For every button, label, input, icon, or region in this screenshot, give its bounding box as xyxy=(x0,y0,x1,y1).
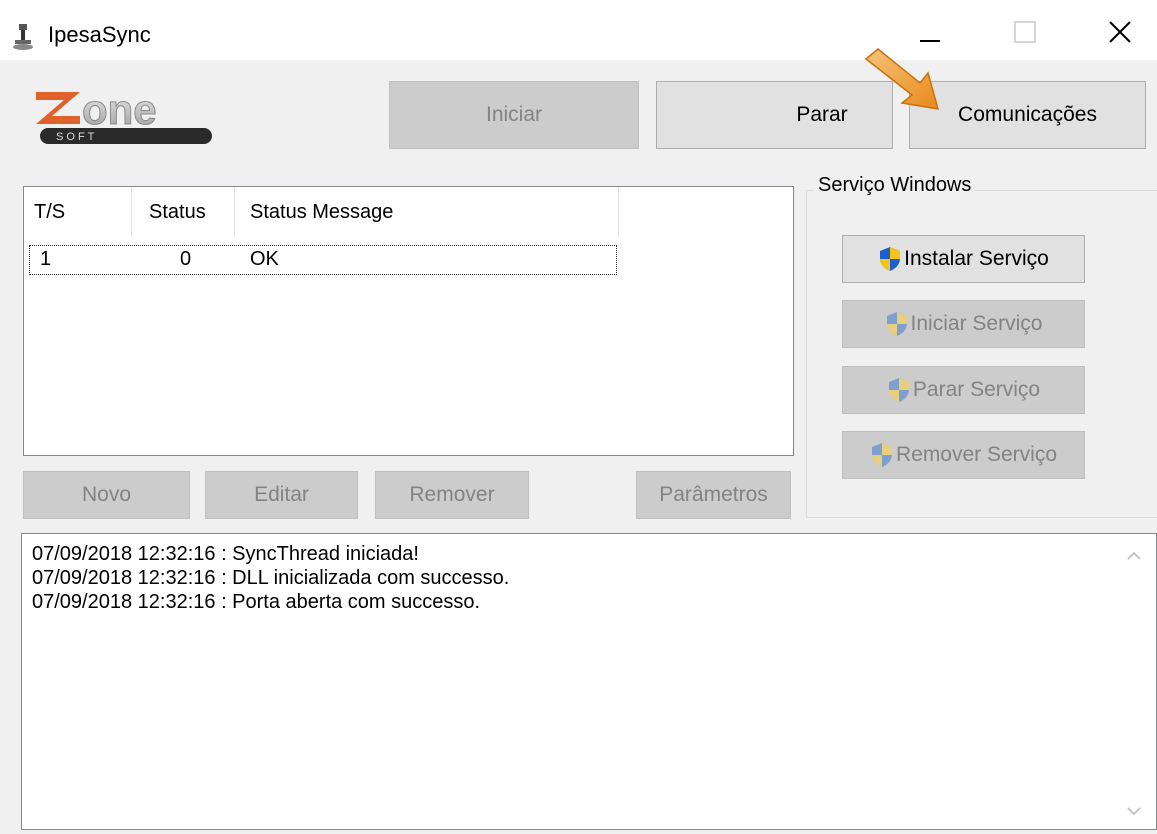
maximize-icon xyxy=(1014,20,1036,48)
column-divider[interactable] xyxy=(234,187,235,237)
table-row[interactable]: 1 0 OK xyxy=(29,245,617,275)
uac-shield-icon xyxy=(878,246,902,272)
svg-text:one: one xyxy=(82,86,157,133)
remover-button[interactable]: Remover xyxy=(375,471,529,519)
column-header-status[interactable]: Status xyxy=(149,187,206,237)
log-line: 07/09/2018 12:32:16 : DLL inicializada c… xyxy=(32,567,510,589)
ipesasync-icon xyxy=(10,22,36,52)
parar-button-label: Parar xyxy=(796,103,848,126)
column-divider[interactable] xyxy=(131,187,132,237)
row-ts: 1 xyxy=(40,248,52,270)
column-header-status-message[interactable]: Status Message xyxy=(250,187,393,237)
editar-button[interactable]: Editar xyxy=(205,471,358,519)
row-status: 0 xyxy=(180,248,192,270)
iniciar-servico-label: Iniciar Serviço xyxy=(910,312,1043,335)
zonesoft-logo: one S O F T xyxy=(30,80,220,150)
parar-servico-button[interactable]: Parar Serviço xyxy=(842,366,1085,414)
log-lines: 07/09/2018 12:32:16 : SyncThread iniciad… xyxy=(32,542,509,614)
parar-servico-label: Parar Serviço xyxy=(912,378,1041,401)
novo-button[interactable]: Novo xyxy=(23,471,190,519)
log-line: 07/09/2018 12:32:16 : SyncThread iniciad… xyxy=(32,543,419,565)
close-icon xyxy=(1108,20,1132,49)
log-line: 07/09/2018 12:32:16 : Porta aberta com s… xyxy=(32,591,481,613)
service-group-label: Serviço Windows xyxy=(814,174,976,197)
title-bar: IpesaSync xyxy=(0,0,1157,60)
row-message: OK xyxy=(250,248,279,270)
svg-text:S O F T: S O F T xyxy=(56,131,95,143)
orange-arrow-icon xyxy=(858,45,953,115)
remover-servico-label: Remover Serviço xyxy=(895,443,1058,466)
instalar-servico-label: Instalar Serviço xyxy=(904,247,1049,270)
list-header: T/S Status Status Message xyxy=(24,187,793,237)
remover-servico-button[interactable]: Remover Serviço xyxy=(842,431,1085,479)
close-button[interactable] xyxy=(1085,10,1155,58)
uac-shield-icon xyxy=(885,311,909,337)
instalar-servico-button[interactable]: Instalar Serviço xyxy=(842,235,1085,283)
iniciar-button[interactable]: Iniciar xyxy=(389,81,639,149)
parametros-button[interactable]: Parâmetros xyxy=(636,471,791,519)
maximize-button[interactable] xyxy=(990,10,1060,58)
scroll-down-icon[interactable] xyxy=(1124,801,1144,821)
scroll-up-icon[interactable] xyxy=(1124,546,1144,566)
uac-shield-icon xyxy=(887,377,911,403)
iniciar-servico-button[interactable]: Iniciar Serviço xyxy=(842,300,1085,348)
sync-list[interactable]: T/S Status Status Message 1 0 OK xyxy=(23,186,794,456)
log-textbox[interactable]: 07/09/2018 12:32:16 : SyncThread iniciad… xyxy=(21,533,1157,830)
minimize-icon xyxy=(919,21,941,48)
column-divider[interactable] xyxy=(618,187,619,237)
column-header-ts[interactable]: T/S xyxy=(34,187,65,237)
window-title: IpesaSync xyxy=(48,22,151,47)
uac-shield-icon xyxy=(870,442,894,468)
